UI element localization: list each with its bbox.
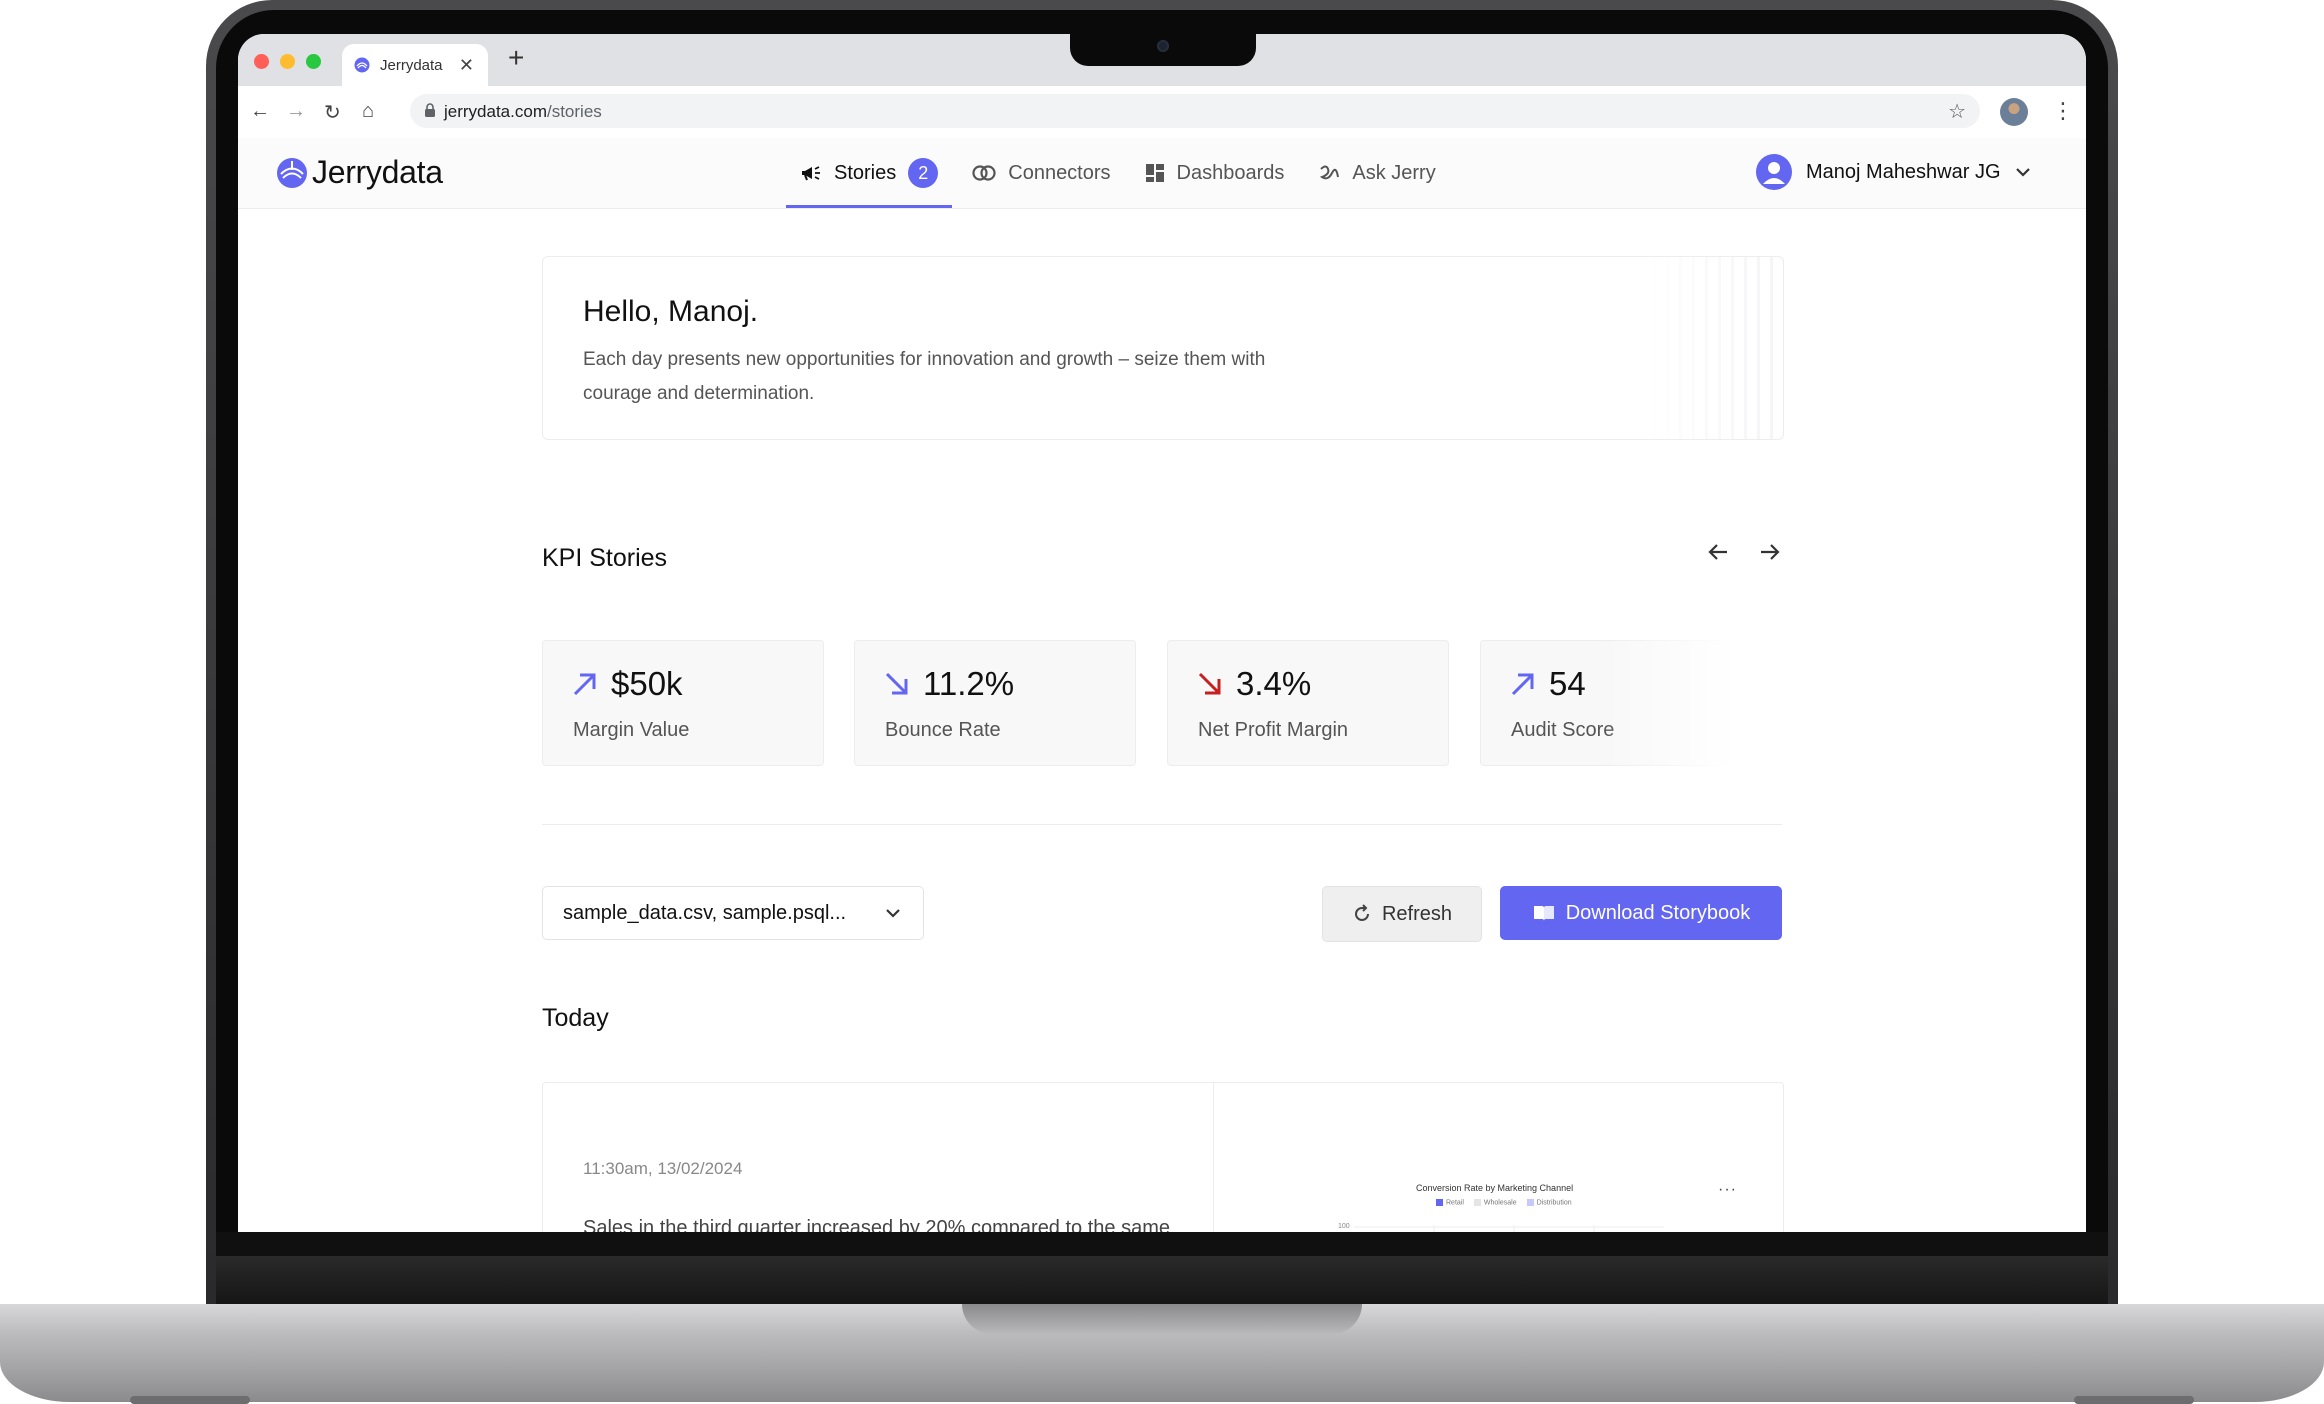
nav-stories[interactable]: Stories 2 bbox=[786, 138, 953, 208]
refresh-label: Refresh bbox=[1381, 902, 1453, 925]
back-icon[interactable]: ← bbox=[250, 100, 270, 123]
trend-up-arrow-icon bbox=[571, 670, 599, 698]
user-avatar-icon bbox=[1756, 154, 1792, 190]
minimize-window-button[interactable] bbox=[280, 54, 295, 69]
kpi-value: $50k bbox=[611, 665, 683, 702]
kpi-carousel: $50k Margin Value 11.2% Bounce Rate 3.4%… bbox=[542, 640, 1782, 770]
connectors-icon bbox=[972, 164, 996, 182]
refresh-icon bbox=[1352, 904, 1372, 924]
section-divider bbox=[542, 824, 1782, 825]
story-text: Sales in the third quarter increased by … bbox=[583, 1217, 1170, 1232]
browser-tab[interactable]: Jerrydata ✕ bbox=[342, 44, 488, 86]
greeting-message: Each day presents new opportunities for … bbox=[583, 349, 1266, 404]
screen: Jerrydata ✕ + ← → ↻ ⌂ jerrydata.com/stor… bbox=[238, 34, 2086, 1232]
trend-down-arrow-icon bbox=[883, 670, 911, 698]
kpi-label: Bounce Rate bbox=[885, 719, 1001, 741]
lock-icon bbox=[425, 103, 435, 117]
book-icon bbox=[1532, 903, 1556, 923]
kpi-card-net-profit-margin[interactable]: 3.4% Net Profit Margin bbox=[1167, 640, 1449, 766]
nav-stories-label: Stories bbox=[834, 161, 897, 184]
main-nav: Stories 2 Connectors Dashboards Ask Jerr… bbox=[786, 138, 1456, 208]
close-tab-icon[interactable]: ✕ bbox=[459, 55, 474, 76]
kpi-label: Margin Value bbox=[573, 719, 690, 741]
arrow-left-icon bbox=[1708, 544, 1727, 560]
window-controls bbox=[254, 54, 321, 69]
mini-chart-title: Conversion Rate by Marketing Channel bbox=[1416, 1183, 1574, 1193]
user-name: Manoj Maheshwar JG bbox=[1806, 160, 2001, 183]
browser-toolbar: ← → ↻ ⌂ jerrydata.com/stories ☆ ⋮ bbox=[238, 86, 2086, 139]
kpi-label: Net Profit Margin bbox=[1198, 719, 1349, 741]
kpi-card-bounce-rate[interactable]: 11.2% Bounce Rate bbox=[854, 640, 1136, 766]
nav-ask-jerry-label: Ask Jerry bbox=[1352, 161, 1436, 184]
today-section-title: Today bbox=[542, 1004, 609, 1032]
y-tick: 100 bbox=[1338, 1223, 1350, 1230]
kpi-value: 11.2% bbox=[923, 665, 1015, 702]
greeting-card: Hello, Manoj. Each day presents new oppo… bbox=[542, 256, 1784, 440]
kpi-label: Audit Score bbox=[1511, 719, 1615, 741]
legend-item: Retail bbox=[1436, 1199, 1464, 1206]
browser-profile-avatar[interactable] bbox=[2000, 98, 2028, 126]
close-window-button[interactable] bbox=[254, 54, 269, 69]
user-menu[interactable]: Manoj Maheshwar JG bbox=[1756, 154, 2031, 190]
data-source-value: sample_data.csv, sample.psql... bbox=[563, 901, 847, 924]
kpi-card-audit-score[interactable]: 54 Audit Score bbox=[1480, 640, 1762, 766]
greeting-title: Hello, Manoj. bbox=[583, 295, 759, 328]
browser-menu-icon[interactable]: ⋮ bbox=[2052, 98, 2074, 124]
chevron-down-icon bbox=[2015, 168, 2030, 177]
address-bar[interactable]: jerrydata.com/stories ☆ bbox=[410, 94, 1980, 128]
maximize-window-button[interactable] bbox=[306, 54, 321, 69]
dashboard-grid-icon bbox=[1145, 163, 1165, 183]
tab-title: Jerrydata bbox=[380, 56, 443, 74]
mini-chart-plot bbox=[1354, 1225, 1664, 1232]
kpi-value: 54 bbox=[1549, 665, 1586, 702]
legend-item: Wholesale bbox=[1473, 1199, 1517, 1206]
laptop-bottom-bezel bbox=[216, 1232, 2108, 1308]
laptop-base bbox=[0, 1304, 2324, 1404]
story-chart-panel: Conversion Rate by Marketing Channel Ret… bbox=[1214, 1083, 1782, 1232]
camera-notch bbox=[1070, 34, 1256, 66]
carousel-prev-button[interactable] bbox=[1704, 538, 1732, 566]
nav-connectors-label: Connectors bbox=[1008, 161, 1111, 184]
download-storybook-label: Download Storybook bbox=[1565, 901, 1751, 924]
trend-up-arrow-icon bbox=[1509, 670, 1537, 698]
reload-icon[interactable]: ↻ bbox=[324, 100, 341, 125]
mini-chart-legend: Retail Wholesale Distribution bbox=[1436, 1199, 1572, 1206]
new-tab-button[interactable]: + bbox=[508, 42, 524, 74]
app-header: Jerrydata Stories 2 Connectors Dashboard… bbox=[238, 138, 2086, 209]
nav-dashboards[interactable]: Dashboards bbox=[1131, 138, 1299, 208]
story-card[interactable]: 11:30am, 13/02/2024 Sales in the third q… bbox=[542, 1082, 1784, 1232]
story-timestamp: 11:30am, 13/02/2024 bbox=[583, 1159, 743, 1178]
nav-dashboards-label: Dashboards bbox=[1176, 161, 1285, 184]
kpi-value: 3.4% bbox=[1236, 665, 1312, 702]
nav-ask-jerry[interactable]: Ask Jerry bbox=[1304, 138, 1449, 208]
kpi-card-margin-value[interactable]: $50k Margin Value bbox=[542, 640, 824, 766]
home-icon[interactable]: ⌂ bbox=[362, 100, 374, 123]
data-source-select[interactable]: sample_data.csv, sample.psql... bbox=[542, 886, 924, 940]
refresh-button[interactable]: Refresh bbox=[1322, 886, 1482, 942]
stories-count-badge: 2 bbox=[908, 158, 939, 188]
kpi-section-title: KPI Stories bbox=[542, 544, 668, 572]
story-text-panel: 11:30am, 13/02/2024 Sales in the third q… bbox=[543, 1083, 1214, 1232]
arrow-right-icon bbox=[1761, 544, 1780, 560]
jerrydata-favicon-icon bbox=[354, 57, 370, 73]
chevron-down-icon bbox=[885, 908, 901, 918]
forward-icon[interactable]: → bbox=[286, 100, 306, 123]
kpi-carousel-controls bbox=[1704, 538, 1784, 566]
megaphone-icon bbox=[800, 163, 822, 183]
app-logo[interactable]: Jerrydata bbox=[276, 154, 443, 191]
camera-icon bbox=[1157, 40, 1169, 52]
ask-jerry-squiggle-icon bbox=[1318, 163, 1340, 183]
carousel-next-button[interactable] bbox=[1756, 538, 1784, 566]
trend-down-arrow-icon bbox=[1196, 670, 1224, 698]
legend-item: Distribution bbox=[1526, 1199, 1572, 1206]
decorative-stripes bbox=[1643, 257, 1783, 439]
download-storybook-button[interactable]: Download Storybook bbox=[1500, 886, 1782, 940]
nav-connectors[interactable]: Connectors bbox=[958, 138, 1124, 208]
app-logo-text: Jerrydata bbox=[312, 154, 443, 190]
url-text: jerrydata.com/stories bbox=[444, 102, 602, 121]
bookmark-star-icon[interactable]: ☆ bbox=[1948, 99, 1966, 124]
jerrydata-logo-icon bbox=[277, 157, 307, 188]
chart-more-options-icon[interactable]: ··· bbox=[1718, 1181, 1737, 1199]
